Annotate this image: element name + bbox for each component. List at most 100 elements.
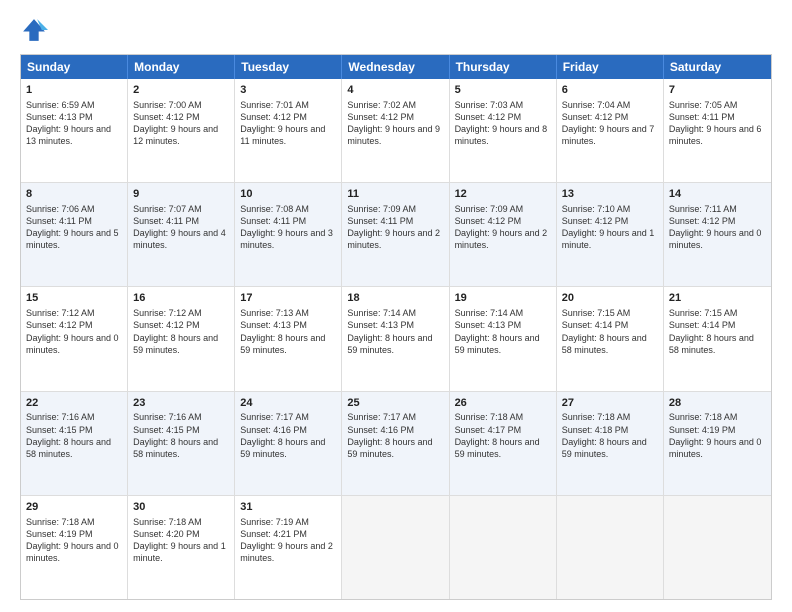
sunset-time: Sunset: 4:15 PM	[26, 425, 93, 435]
sunrise-time: Sunrise: 7:03 AM	[455, 100, 524, 110]
calendar-week-5: 29 Sunrise: 7:18 AM Sunset: 4:19 PM Dayligh…	[21, 496, 771, 599]
day-number: 15	[26, 291, 122, 306]
sunset-time: Sunset: 4:13 PM	[455, 320, 522, 330]
sunset-time: Sunset: 4:19 PM	[669, 425, 736, 435]
sunrise-time: Sunrise: 7:12 AM	[133, 308, 202, 318]
day-cell-11: 11Sunrise: 7:09 AMSunset: 4:11 PMDayligh…	[342, 183, 449, 286]
day-number: 16	[133, 291, 229, 306]
sunset-time: Sunset: 4:13 PM	[347, 320, 414, 330]
sunrise-time: Sunrise: 7:01 AM	[240, 100, 309, 110]
calendar-week-3: 15Sunrise: 7:12 AMSunset: 4:12 PMDayligh…	[21, 287, 771, 391]
day-number: 6	[562, 83, 658, 98]
sunset-time: Sunset: 4:19 PM	[26, 529, 93, 539]
calendar: SundayMondayTuesdayWednesdayThursdayFrid…	[20, 54, 772, 600]
sunrise-time: Sunrise: 7:18 AM	[26, 517, 95, 527]
day-cell-12: 12Sunrise: 7:09 AMSunset: 4:12 PMDayligh…	[450, 183, 557, 286]
header-day-monday: Monday	[128, 55, 235, 79]
sunset-time: Sunset: 4:12 PM	[455, 216, 522, 226]
sunset-time: Sunset: 4:11 PM	[240, 216, 306, 226]
day-number: 12	[455, 187, 551, 202]
daylight-hours: Daylight: 9 hours and 1 minute.	[133, 541, 226, 563]
day-cell-22: 22Sunrise: 7:16 AMSunset: 4:15 PMDayligh…	[21, 392, 128, 495]
daylight-hours: Daylight: 9 hours and 9 minutes.	[347, 124, 440, 146]
sunrise-time: Sunrise: 7:09 AM	[455, 204, 524, 214]
day-cell-5: 5Sunrise: 7:03 AMSunset: 4:12 PMDaylight…	[450, 79, 557, 182]
sunset-time: Sunset: 4:17 PM	[455, 425, 522, 435]
sunset-time: Sunset: 4:11 PM	[133, 216, 199, 226]
day-number: 20	[562, 291, 658, 306]
sunrise-time: Sunrise: 7:00 AM	[133, 100, 202, 110]
day-cell-23: 23Sunrise: 7:16 AMSunset: 4:15 PMDayligh…	[128, 392, 235, 495]
day-number: 13	[562, 187, 658, 202]
sunrise-time: Sunrise: 7:08 AM	[240, 204, 309, 214]
sunset-time: Sunset: 4:13 PM	[26, 112, 93, 122]
sunset-time: Sunset: 4:12 PM	[347, 112, 414, 122]
daylight-hours: Daylight: 9 hours and 0 minutes.	[669, 228, 762, 250]
sunrise-time: Sunrise: 6:59 AM	[26, 100, 95, 110]
sunrise-time: Sunrise: 7:11 AM	[669, 204, 737, 214]
sunrise-time: Sunrise: 7:09 AM	[347, 204, 416, 214]
day-number: 27	[562, 396, 658, 411]
day-number: 21	[669, 291, 766, 306]
day-cell-1: 1 Sunrise: 6:59 AM Sunset: 4:13 PM Daylight…	[21, 79, 128, 182]
sunrise-time: Sunrise: 7:10 AM	[562, 204, 631, 214]
daylight-hours: Daylight: 9 hours and 11 minutes.	[240, 124, 325, 146]
day-cell-3: 3Sunrise: 7:01 AMSunset: 4:12 PMDaylight…	[235, 79, 342, 182]
header-day-wednesday: Wednesday	[342, 55, 449, 79]
daylight-hours: Daylight: 9 hours and 5 minutes.	[26, 228, 119, 250]
sunrise-time: Sunrise: 7:18 AM	[133, 517, 202, 527]
sunset-time: Sunset: 4:12 PM	[455, 112, 522, 122]
sunrise-time: Sunrise: 7:18 AM	[562, 412, 631, 422]
day-number: 18	[347, 291, 443, 306]
day-number: 22	[26, 396, 122, 411]
sunrise-time: Sunrise: 7:13 AM	[240, 308, 309, 318]
day-number: 1	[26, 83, 122, 98]
calendar-week-2: 8Sunrise: 7:06 AMSunset: 4:11 PMDaylight…	[21, 183, 771, 287]
sunrise-time: Sunrise: 7:14 AM	[347, 308, 416, 318]
daylight-hours: Daylight: 9 hours and 6 minutes.	[669, 124, 762, 146]
sunrise-time: Sunrise: 7:17 AM	[347, 412, 416, 422]
day-number: 29	[26, 500, 122, 515]
sunset-time: Sunset: 4:12 PM	[562, 112, 629, 122]
calendar-week-4: 22Sunrise: 7:16 AMSunset: 4:15 PMDayligh…	[21, 392, 771, 496]
daylight-hours: Daylight: 8 hours and 59 minutes.	[455, 437, 540, 459]
empty-cell	[664, 496, 771, 599]
sunset-time: Sunset: 4:11 PM	[26, 216, 92, 226]
day-cell-19: 19Sunrise: 7:14 AMSunset: 4:13 PMDayligh…	[450, 287, 557, 390]
sunrise-time: Sunrise: 7:18 AM	[455, 412, 524, 422]
sunset-time: Sunset: 4:11 PM	[347, 216, 413, 226]
day-cell-6: 6Sunrise: 7:04 AMSunset: 4:12 PMDaylight…	[557, 79, 664, 182]
day-cell-16: 16Sunrise: 7:12 AMSunset: 4:12 PMDayligh…	[128, 287, 235, 390]
day-cell-26: 26Sunrise: 7:18 AMSunset: 4:17 PMDayligh…	[450, 392, 557, 495]
sunset-time: Sunset: 4:11 PM	[669, 112, 735, 122]
sunrise-time: Sunrise: 7:18 AM	[669, 412, 738, 422]
daylight-hours: Daylight: 8 hours and 59 minutes.	[133, 333, 218, 355]
daylight-hours: Daylight: 9 hours and 12 minutes.	[133, 124, 218, 146]
sunrise-time: Sunrise: 7:17 AM	[240, 412, 309, 422]
day-number: 14	[669, 187, 766, 202]
sunrise-time: Sunrise: 7:07 AM	[133, 204, 202, 214]
calendar-header: SundayMondayTuesdayWednesdayThursdayFrid…	[21, 55, 771, 79]
sunset-time: Sunset: 4:13 PM	[240, 320, 307, 330]
daylight-hours: Daylight: 8 hours and 58 minutes.	[669, 333, 754, 355]
sunset-time: Sunset: 4:18 PM	[562, 425, 629, 435]
day-number: 30	[133, 500, 229, 515]
daylight-hours: Daylight: 9 hours and 8 minutes.	[455, 124, 548, 146]
empty-cell	[557, 496, 664, 599]
logo-icon	[20, 16, 48, 44]
day-cell-30: 30Sunrise: 7:18 AMSunset: 4:20 PMDayligh…	[128, 496, 235, 599]
header-day-friday: Friday	[557, 55, 664, 79]
day-number: 31	[240, 500, 336, 515]
day-number: 9	[133, 187, 229, 202]
daylight-hours: Daylight: 8 hours and 58 minutes.	[26, 437, 111, 459]
daylight-hours: Daylight: 8 hours and 59 minutes.	[455, 333, 540, 355]
empty-cell	[450, 496, 557, 599]
day-cell-7: 7Sunrise: 7:05 AMSunset: 4:11 PMDaylight…	[664, 79, 771, 182]
day-cell-31: 31Sunrise: 7:19 AMSunset: 4:21 PMDayligh…	[235, 496, 342, 599]
calendar-body: 1 Sunrise: 6:59 AM Sunset: 4:13 PM Daylight…	[21, 79, 771, 599]
day-number: 10	[240, 187, 336, 202]
sunrise-time: Sunrise: 7:06 AM	[26, 204, 95, 214]
sunrise-time: Sunrise: 7:02 AM	[347, 100, 416, 110]
sunset-time: Sunset: 4:12 PM	[562, 216, 629, 226]
daylight-hours: Daylight: 9 hours and 13 minutes.	[26, 124, 111, 146]
